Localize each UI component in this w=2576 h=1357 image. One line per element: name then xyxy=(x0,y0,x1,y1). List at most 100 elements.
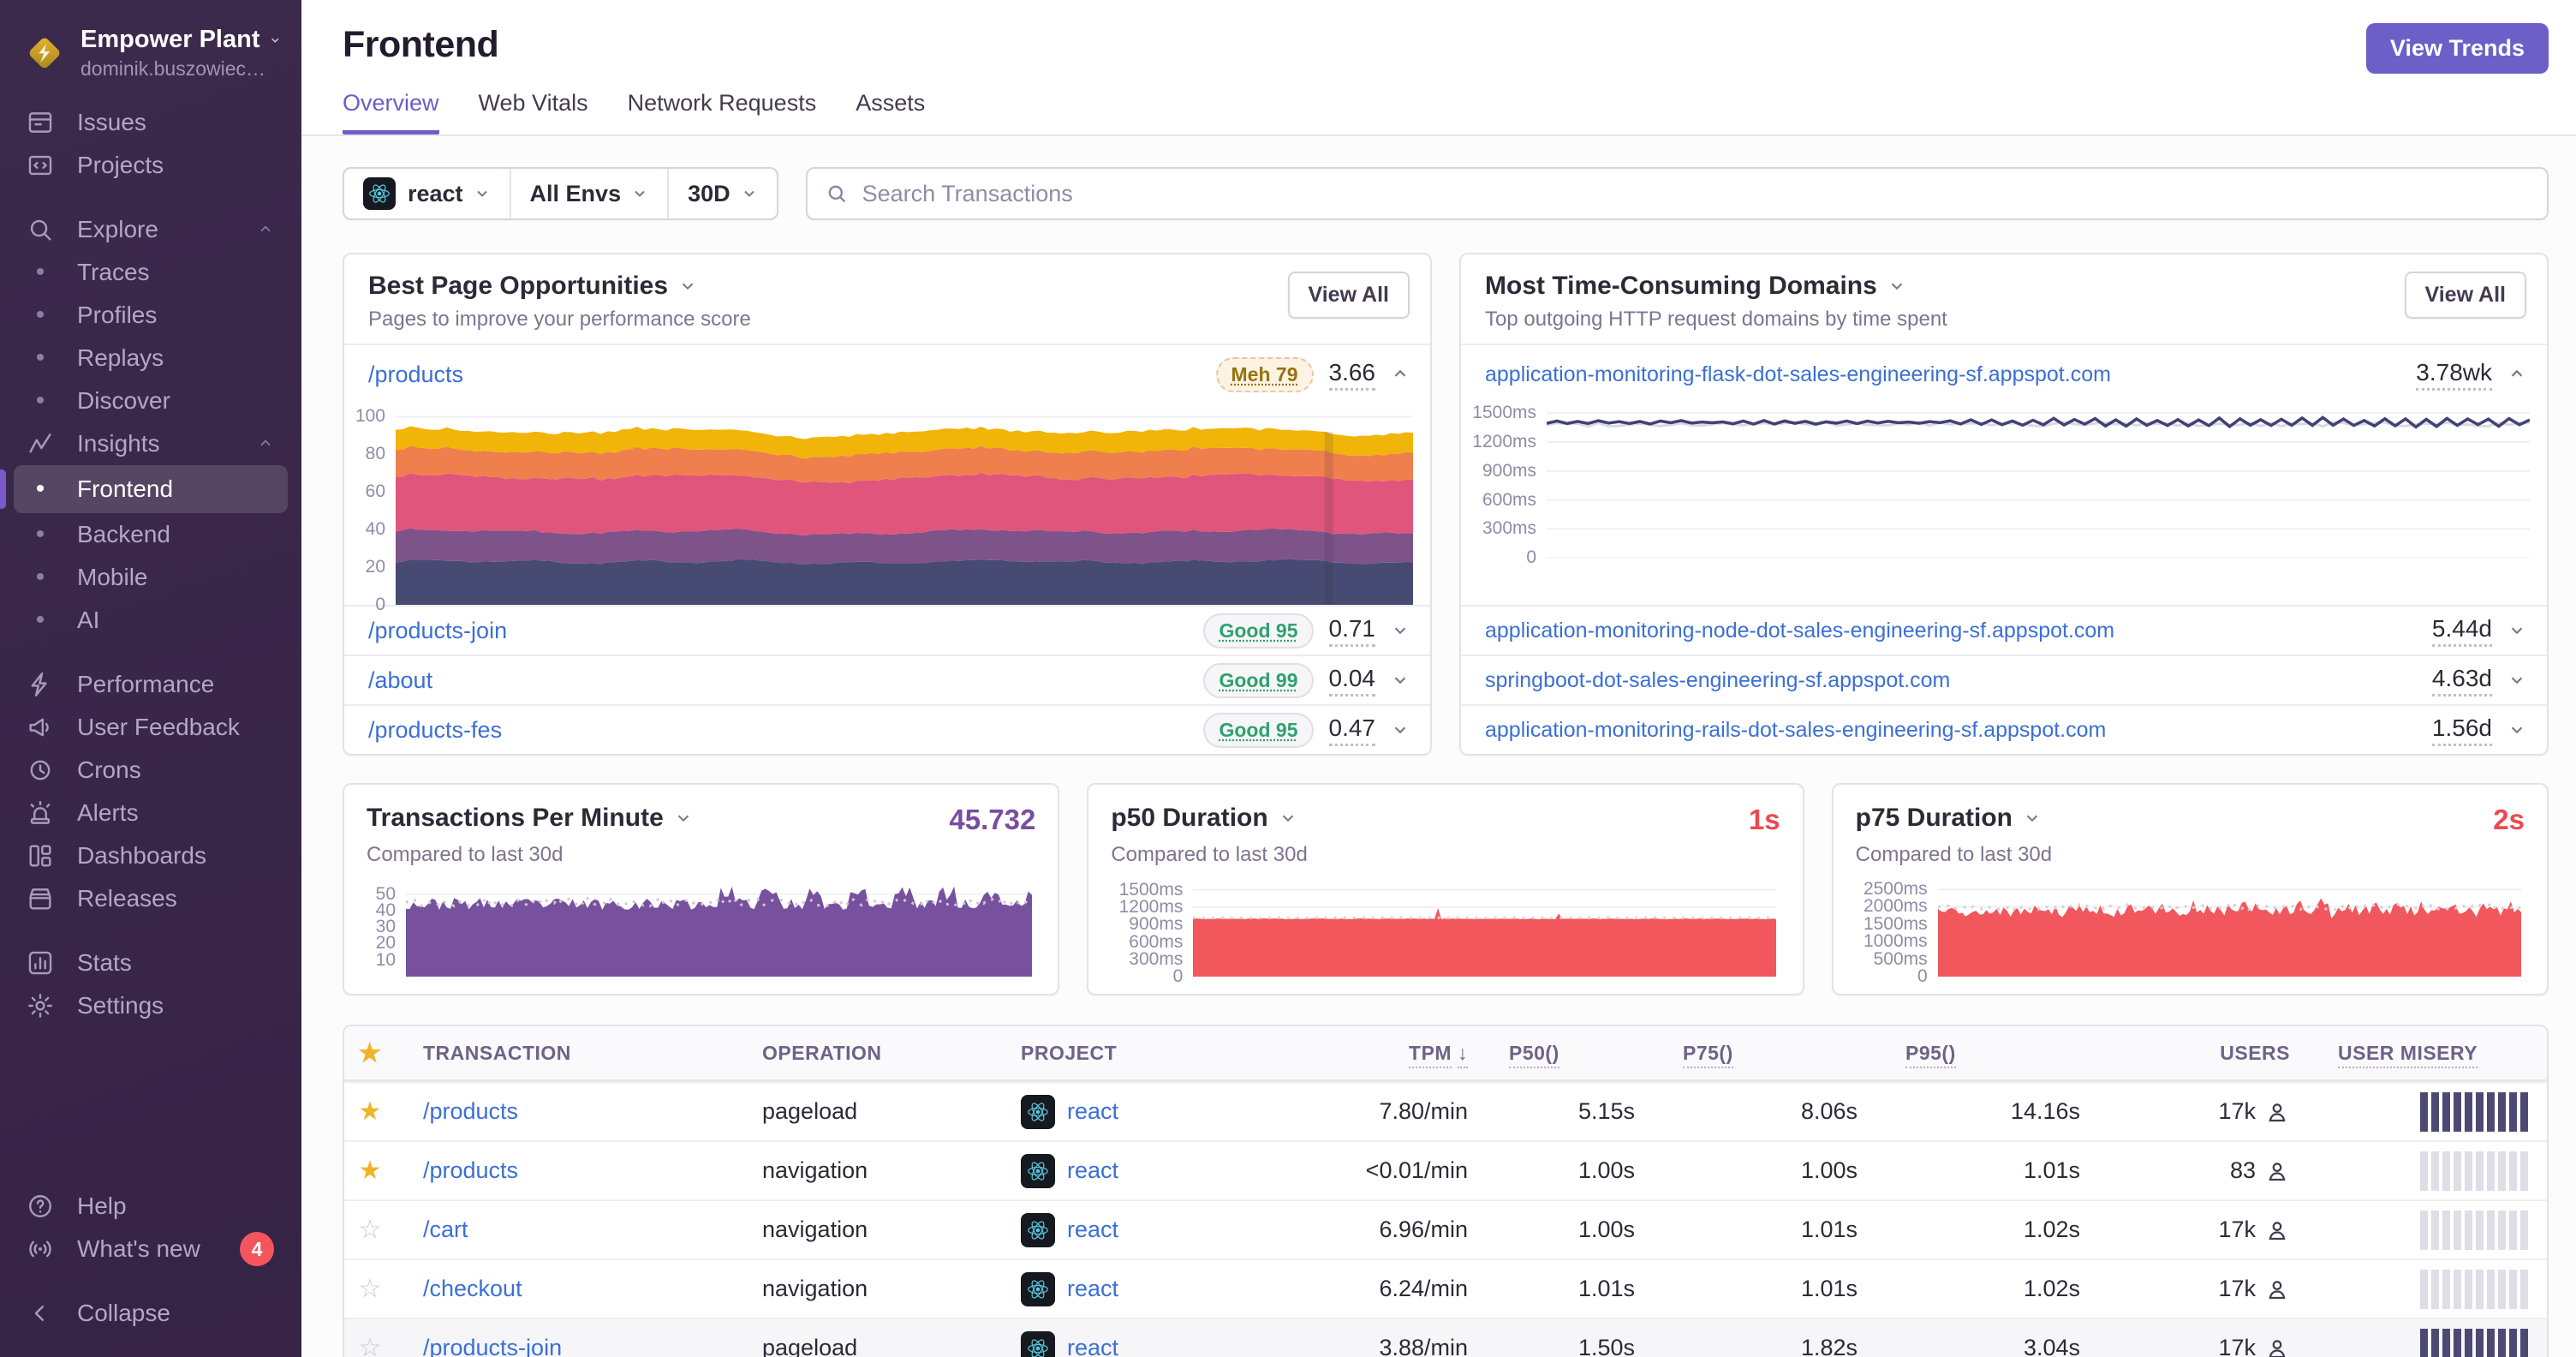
view-all-button[interactable]: View All xyxy=(2404,272,2526,319)
col-p75[interactable]: P75() xyxy=(1635,1041,1857,1068)
sidebar-item-releases[interactable]: Releases xyxy=(14,877,288,920)
opportunity-row-about: /about Good 99 0.04 xyxy=(344,655,1430,704)
sidebar-item-performance[interactable]: Performance xyxy=(14,663,288,706)
transaction-link[interactable]: /products xyxy=(423,1098,518,1124)
domain-link[interactable]: springboot-dot-sales-engineering-sf.apps… xyxy=(1485,668,1950,693)
p50-chart: 1500ms 1200ms 900ms 600ms 300ms 0 xyxy=(1111,880,1780,986)
sidebar-item-whats-new[interactable]: What's new 4 xyxy=(14,1228,288,1270)
sidebar-item-frontend[interactable]: • Frontend xyxy=(0,465,288,513)
sidebar: Empower Plant dominik.buszowiec… Issues … xyxy=(0,0,301,1357)
col-p95[interactable]: P95() xyxy=(1857,1041,2080,1068)
sidebar-item-ai[interactable]: • AI xyxy=(14,599,288,642)
col-operation[interactable]: OPERATION xyxy=(721,1042,987,1065)
sidebar-item-crons[interactable]: Crons xyxy=(14,749,288,792)
chevron-down-icon[interactable] xyxy=(1391,621,1410,640)
sidebar-item-insights[interactable]: Insights xyxy=(14,422,288,465)
projects-icon xyxy=(28,155,52,176)
sidebar-item-explore[interactable]: Explore xyxy=(14,208,288,251)
environment-filter[interactable]: All Envs xyxy=(509,169,668,218)
users-cell: 17k xyxy=(2080,1217,2290,1243)
col-user-misery[interactable]: USER MISERY xyxy=(2290,1041,2550,1068)
chevron-down-icon[interactable] xyxy=(1279,809,1297,828)
col-transaction[interactable]: TRANSACTION xyxy=(396,1042,721,1065)
sidebar-item-mobile[interactable]: • Mobile xyxy=(14,556,288,599)
sidebar-item-stats[interactable]: Stats xyxy=(14,942,288,984)
table-row: ☆ /products-join pageload react 3.88/min… xyxy=(344,1318,2547,1357)
col-tpm[interactable]: TPM ↓ xyxy=(1243,1041,1468,1068)
lightning-icon xyxy=(31,673,47,696)
star-toggle[interactable]: ★ xyxy=(344,1097,396,1127)
chevron-up-icon[interactable] xyxy=(1391,365,1410,384)
tab-overview[interactable]: Overview xyxy=(343,90,439,135)
domain-link[interactable]: application-monitoring-node-dot-sales-en… xyxy=(1485,619,2114,643)
score-badge[interactable]: Meh 79 xyxy=(1215,356,1314,392)
sidebar-item-user-feedback[interactable]: User Feedback xyxy=(14,706,288,749)
transaction-link[interactable]: /products xyxy=(423,1157,518,1183)
tab-bar: Overview Web Vitals Network Requests Ass… xyxy=(343,90,2549,135)
sidebar-item-backend[interactable]: • Backend xyxy=(14,513,288,556)
user-icon xyxy=(2269,1221,2286,1240)
react-logo-icon xyxy=(1021,1094,1055,1129)
project-link[interactable]: react xyxy=(1067,1157,1118,1184)
org-switcher[interactable]: Empower Plant dominik.buszowiec… xyxy=(0,0,301,87)
sidebar-item-alerts[interactable]: Alerts xyxy=(14,792,288,834)
sidebar-item-traces[interactable]: • Traces xyxy=(14,251,288,294)
star-toggle[interactable]: ☆ xyxy=(344,1274,396,1304)
search-input[interactable] xyxy=(862,180,2530,207)
chevron-down-icon[interactable] xyxy=(674,809,693,828)
tab-web-vitals[interactable]: Web Vitals xyxy=(479,90,588,135)
project-link[interactable]: react xyxy=(1067,1098,1118,1125)
view-all-button[interactable]: View All xyxy=(1287,272,1410,319)
star-toggle[interactable]: ☆ xyxy=(344,1333,396,1357)
transaction-link[interactable]: /products-join xyxy=(423,1335,562,1357)
sidebar-item-issues[interactable]: Issues xyxy=(14,101,288,144)
sidebar-item-help[interactable]: Help xyxy=(14,1185,288,1228)
sidebar-item-settings[interactable]: Settings xyxy=(14,984,288,1027)
sidebar-item-profiles[interactable]: • Profiles xyxy=(14,294,288,337)
user-misery-bars xyxy=(2290,1151,2550,1191)
date-range-filter[interactable]: 30D xyxy=(667,169,777,218)
page-link[interactable]: /products xyxy=(368,362,463,388)
chevron-down-icon[interactable] xyxy=(2507,671,2526,690)
sidebar-item-discover[interactable]: • Discover xyxy=(14,380,288,422)
chevron-up-icon[interactable] xyxy=(2507,365,2526,384)
p75-cell: 1.01s xyxy=(1800,1217,1857,1242)
chevron-down-icon[interactable] xyxy=(1391,720,1410,739)
chevron-down-icon[interactable] xyxy=(678,277,697,296)
transaction-link[interactable]: /checkout xyxy=(423,1276,522,1301)
y-axis-labels: 100 80 60 40 20 0 xyxy=(355,406,385,614)
project-link[interactable]: react xyxy=(1067,1217,1118,1243)
star-toggle[interactable]: ☆ xyxy=(344,1215,396,1245)
sidebar-item-projects[interactable]: Projects xyxy=(14,144,288,187)
domain-link[interactable]: application-monitoring-rails-dot-sales-e… xyxy=(1485,718,2106,743)
chevron-down-icon xyxy=(635,190,645,197)
col-p50[interactable]: P50() xyxy=(1468,1041,1635,1068)
score-badge[interactable]: Good 95 xyxy=(1203,613,1314,649)
score-badge[interactable]: Good 99 xyxy=(1203,662,1314,698)
sidebar-item-dashboards[interactable]: Dashboards xyxy=(14,834,288,877)
page-link[interactable]: /products-join xyxy=(368,618,507,644)
score-badge[interactable]: Good 95 xyxy=(1203,712,1314,748)
sidebar-item-replays[interactable]: • Replays xyxy=(14,337,288,380)
page-link[interactable]: /about xyxy=(368,667,432,694)
chevron-down-icon[interactable] xyxy=(1391,671,1410,690)
domain-link[interactable]: application-monitoring-flask-dot-sales-e… xyxy=(1485,362,2111,387)
tab-assets[interactable]: Assets xyxy=(856,90,925,135)
page-content: react All Envs 30D Search Transactions B… xyxy=(301,136,2576,1357)
star-toggle[interactable]: ★ xyxy=(344,1156,396,1186)
col-project[interactable]: PROJECT xyxy=(987,1042,1243,1065)
transaction-link[interactable]: /cart xyxy=(423,1217,468,1242)
tab-network-requests[interactable]: Network Requests xyxy=(628,90,817,135)
project-link[interactable]: react xyxy=(1067,1276,1118,1302)
view-trends-button[interactable]: View Trends xyxy=(2365,23,2549,74)
chevron-down-icon[interactable] xyxy=(1887,277,1906,296)
project-link[interactable]: react xyxy=(1067,1335,1118,1357)
chevron-down-icon[interactable] xyxy=(2507,621,2526,640)
chevron-down-icon[interactable] xyxy=(2023,809,2042,828)
page-link[interactable]: /products-fes xyxy=(368,717,502,744)
project-filter[interactable]: react xyxy=(344,169,510,218)
chevron-down-icon[interactable] xyxy=(2507,720,2526,739)
col-users[interactable]: USERS xyxy=(2080,1042,2290,1065)
sidebar-collapse-button[interactable]: Collapse xyxy=(14,1292,288,1335)
page-header: Frontend View Trends Overview Web Vitals… xyxy=(301,0,2576,136)
